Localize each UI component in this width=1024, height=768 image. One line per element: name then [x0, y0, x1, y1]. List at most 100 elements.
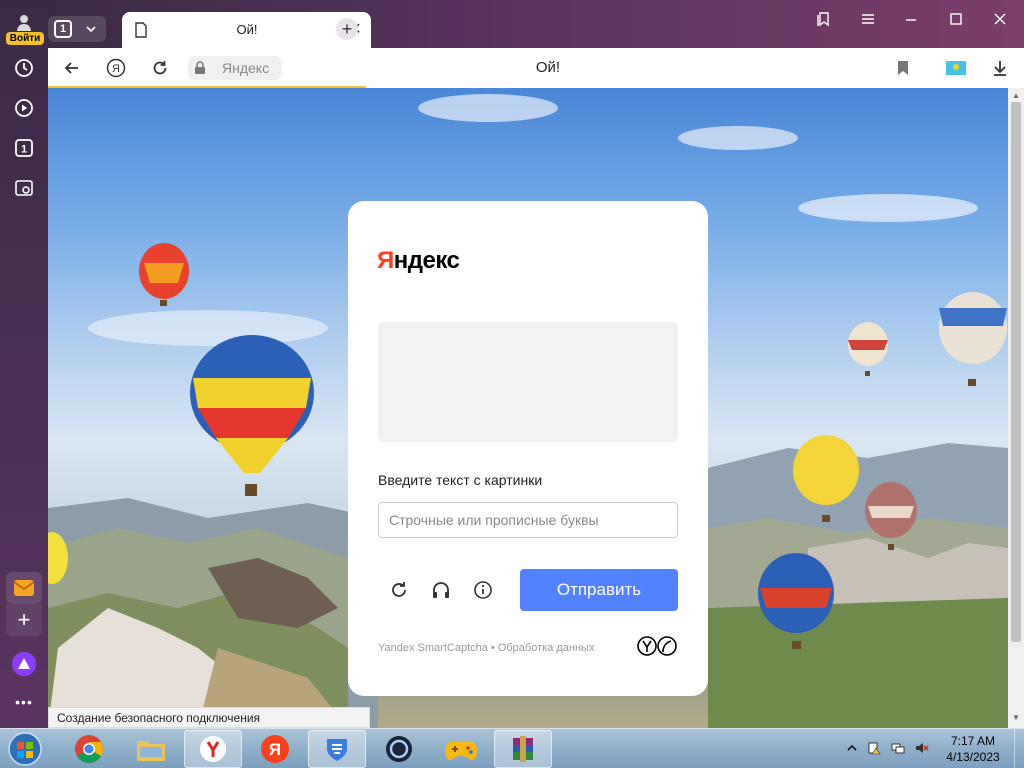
taskbar-explorer[interactable] [122, 730, 180, 768]
bookmark-button[interactable] [891, 56, 915, 80]
taskbar-yandex[interactable]: Я [246, 730, 304, 768]
history-button[interactable] [9, 53, 39, 83]
tray-expand-icon[interactable] [845, 741, 859, 755]
svg-text:1: 1 [21, 144, 27, 156]
taskbar-app-shield[interactable] [308, 730, 366, 768]
tabs-counter-button[interactable]: 1 [9, 133, 39, 163]
lock-icon [195, 61, 205, 74]
taskbar-chrome[interactable] [60, 730, 118, 768]
captcha-input[interactable] [378, 502, 678, 538]
title-bar: 1 Ой! ✕ + [48, 0, 1024, 48]
collections-icon [817, 12, 829, 27]
windows-start-icon[interactable] [6, 731, 44, 767]
headphones-icon [433, 582, 449, 598]
login-label: Войти [6, 32, 44, 45]
extension-button[interactable] [944, 56, 968, 80]
maximize-button[interactable] [945, 8, 967, 30]
taskbar-yandex-browser[interactable] [184, 730, 242, 768]
logo-rest: ндекс [393, 247, 460, 274]
browser-sidebar: Войти 1 + ••• [0, 0, 48, 728]
kazakhstan-flag-icon [946, 61, 966, 75]
clock-time: 7:17 AM [950, 734, 996, 748]
gamepad-icon [445, 742, 477, 760]
clock-date: 4/13/2023 [946, 750, 1000, 764]
download-icon [994, 61, 1006, 76]
add-sidebar-item-button[interactable]: + [6, 604, 42, 636]
login-button[interactable]: Войти [4, 12, 44, 46]
yandex-icon: Я [261, 735, 289, 763]
windows-taskbar: Я 7:17 AM 4/13/2023 [0, 728, 1024, 768]
user-avatar-icon [17, 15, 31, 31]
svg-text:Я: Я [269, 740, 281, 759]
reload-button[interactable] [148, 56, 172, 80]
audio-captcha-button[interactable] [429, 578, 453, 602]
archive-icon [513, 736, 533, 762]
scroll-down-icon[interactable]: ▼ [1008, 712, 1024, 724]
more-icon[interactable]: ••• [12, 692, 36, 712]
refresh-captcha-button[interactable] [387, 578, 411, 602]
captcha-image [378, 322, 678, 442]
tab-count: 1 [54, 20, 72, 38]
vertical-scrollbar[interactable]: ▲ ▼ [1008, 88, 1024, 728]
show-desktop-button[interactable] [1014, 729, 1024, 768]
play-circle-icon [15, 99, 33, 117]
taskbar-winrar[interactable] [494, 730, 552, 768]
mail-icon [13, 580, 35, 596]
action-center-icon[interactable] [867, 741, 881, 755]
mail-button[interactable] [6, 572, 42, 604]
minimize-button[interactable] [900, 8, 922, 30]
scrollbar-thumb[interactable] [1011, 102, 1021, 642]
chevron-down-icon [86, 26, 96, 33]
reload-icon [153, 61, 167, 75]
submit-button[interactable]: Отправить [520, 569, 678, 611]
bookmark-icon [898, 61, 908, 75]
refresh-icon [392, 582, 406, 597]
yandex-logo: Яндекс [377, 247, 460, 275]
downloads-button[interactable] [988, 56, 1012, 80]
ring-app-icon [386, 736, 412, 762]
smartcaptcha-logo-icon [637, 636, 677, 656]
alice-button[interactable] [12, 652, 36, 676]
active-tab[interactable]: Ой! ✕ [122, 12, 371, 48]
logo-first-letter: Я [377, 247, 394, 274]
plus-icon: + [17, 607, 31, 632]
menu-button[interactable] [857, 8, 879, 30]
tab-count-icon: 1 [15, 139, 33, 157]
site-host: Яндекс [222, 60, 270, 76]
scroll-up-icon[interactable]: ▲ [1008, 90, 1024, 102]
collections-button[interactable] [813, 8, 835, 30]
camera-icon [15, 180, 33, 196]
maximize-icon [950, 13, 962, 25]
taskbar-app-ring[interactable] [370, 730, 428, 768]
yandex-browser-icon [200, 736, 226, 762]
alice-icon [18, 658, 30, 669]
site-info-pill[interactable]: Яндекс [188, 56, 282, 80]
captcha-footer[interactable]: Yandex SmartCaptcha • Обработка данных [378, 642, 594, 654]
chrome-icon [75, 735, 103, 763]
volume-muted-icon[interactable] [915, 741, 929, 755]
page-title: Ой! [535, 59, 561, 76]
tab-title: Ой! [236, 22, 258, 37]
network-icon[interactable] [891, 741, 905, 755]
captcha-prompt: Введите текст с картинки [378, 472, 543, 488]
info-button[interactable] [471, 578, 495, 602]
address-bar: Я Яндекс Ой! [48, 48, 1024, 89]
tab-switcher[interactable]: 1 [48, 16, 106, 42]
close-icon [994, 13, 1006, 25]
close-window-button[interactable] [989, 8, 1011, 30]
system-clock[interactable]: 7:17 AM 4/13/2023 [940, 733, 1006, 765]
taskbar-game[interactable] [432, 730, 490, 768]
screenshot-button[interactable] [9, 173, 39, 203]
new-tab-button[interactable]: + [336, 18, 358, 40]
shield-app-icon [327, 739, 347, 761]
info-icon [474, 581, 492, 599]
status-bar: Создание безопасного подключения [48, 707, 370, 728]
captcha-card: Яндекс Введите текст с картинки О [348, 201, 708, 696]
yandex-home-button[interactable]: Я [104, 56, 128, 80]
yandex-logo-icon: Я [106, 58, 126, 78]
video-button[interactable] [9, 93, 39, 123]
folder-icon [137, 741, 165, 761]
back-button[interactable] [60, 56, 84, 80]
hamburger-icon [862, 14, 874, 24]
minimize-icon [906, 19, 916, 21]
